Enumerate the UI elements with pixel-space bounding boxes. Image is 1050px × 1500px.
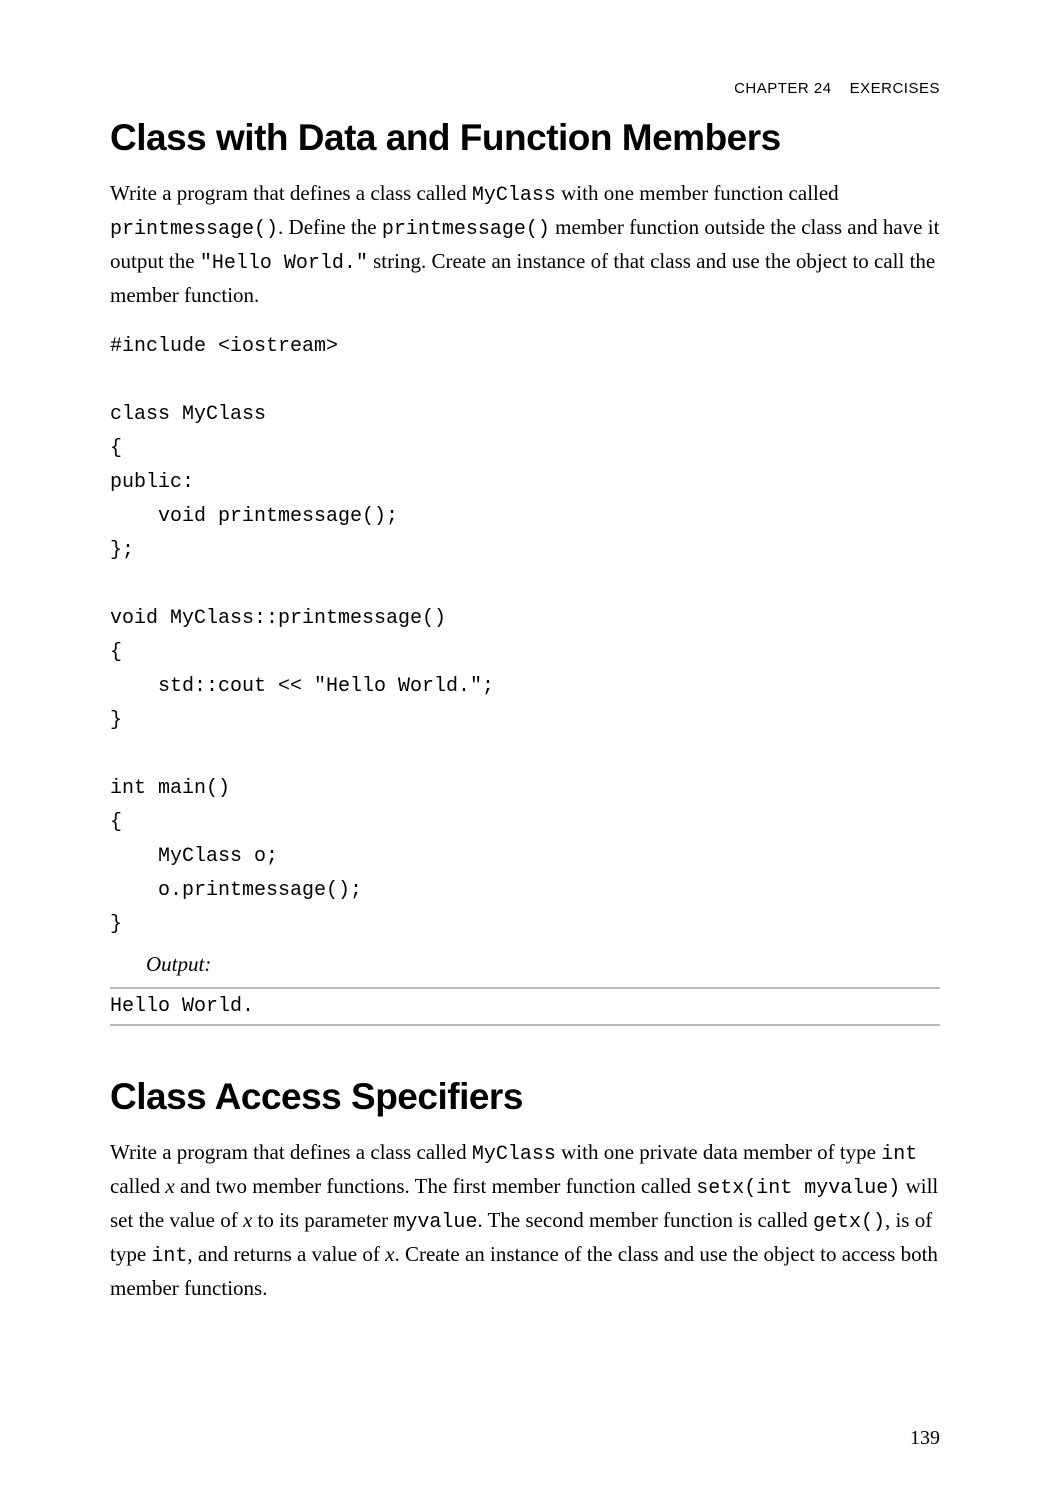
section2-title: Class Access Specifiers: [110, 1076, 940, 1118]
text-fragment: Write a program that defines a class cal…: [110, 181, 472, 205]
section1-code-block: #include <iostream> class MyClass { publ…: [110, 330, 940, 942]
section1-paragraph: Write a program that defines a class cal…: [110, 177, 940, 312]
inline-code: getx(): [813, 1211, 885, 1234]
header-chapter: CHAPTER 24: [734, 80, 832, 97]
inline-code: "Hello World.": [200, 252, 368, 275]
text-fragment: , and returns a value of: [187, 1242, 385, 1266]
output-label: Output:: [146, 952, 940, 977]
inline-code: MyClass: [472, 184, 556, 207]
output-text: Hello World.: [110, 995, 254, 1018]
inline-code: MyClass: [472, 1143, 556, 1166]
inline-code: int: [151, 1245, 187, 1268]
running-header: CHAPTER 24 EXERCISES: [110, 80, 940, 97]
inline-code: printmessage(): [382, 218, 550, 241]
page-container: CHAPTER 24 EXERCISES Class with Data and …: [0, 0, 1050, 1500]
text-fragment: and two member functions. The first memb…: [175, 1174, 697, 1198]
inline-code: int: [881, 1143, 917, 1166]
text-fragment: . Define the: [278, 215, 382, 239]
section1-title: Class with Data and Function Members: [110, 117, 940, 159]
text-fragment: . The second member function is called: [477, 1208, 813, 1232]
italic-var: x: [165, 1174, 174, 1198]
inline-code: setx(int myvalue): [696, 1177, 900, 1200]
inline-code: myvalue: [393, 1211, 477, 1234]
section2-paragraph: Write a program that defines a class cal…: [110, 1136, 940, 1305]
text-fragment: Write a program that defines a class cal…: [110, 1140, 472, 1164]
text-fragment: called: [110, 1174, 165, 1198]
inline-code: printmessage(): [110, 218, 278, 241]
text-fragment: with one member function called: [556, 181, 839, 205]
output-block: Hello World.: [110, 987, 940, 1026]
text-fragment: to its parameter: [252, 1208, 393, 1232]
page-number: 139: [910, 1427, 940, 1450]
italic-var: x: [243, 1208, 252, 1232]
header-section: EXERCISES: [850, 80, 940, 97]
text-fragment: with one private data member of type: [556, 1140, 881, 1164]
